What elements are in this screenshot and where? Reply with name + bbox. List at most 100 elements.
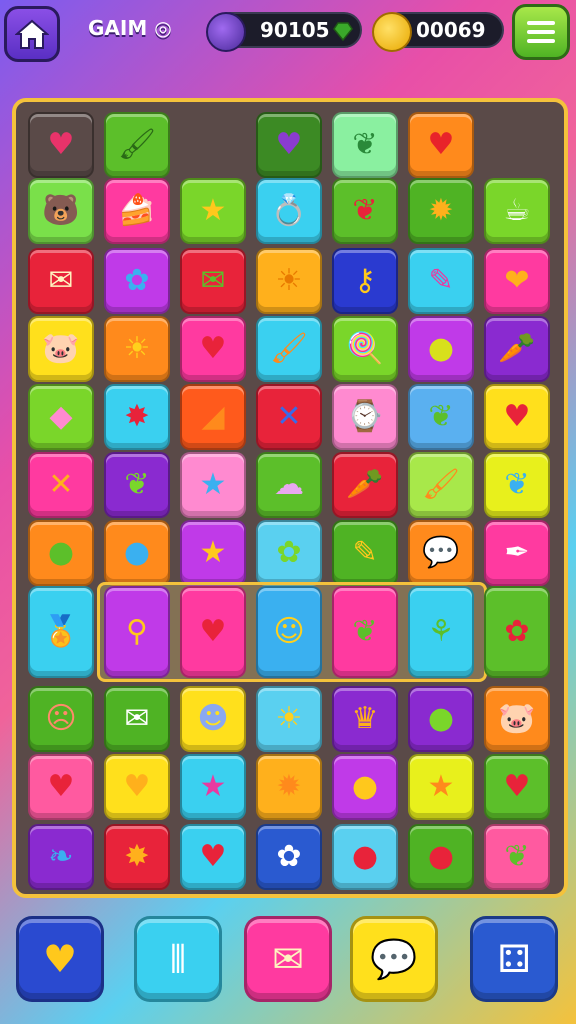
tile-cross[interactable]: ✕ [256, 384, 322, 450]
tile-heart-badge[interactable]: ♥ [28, 754, 94, 820]
tile-heart[interactable]: ♥ [180, 316, 246, 382]
tile-heart[interactable]: ♥ [180, 586, 246, 678]
tile-heart[interactable]: ♥ [180, 824, 246, 890]
tile-pen[interactable]: ✒ [484, 520, 550, 586]
tile-lollipop[interactable]: ● [28, 520, 94, 586]
pig-face-icon: 🐷 [498, 701, 536, 736]
tile-envelope[interactable]: ✉ [104, 686, 170, 752]
carrot-icon: 🥕 [346, 467, 384, 502]
envelope-powerup[interactable]: ✉ [244, 916, 332, 1002]
gem-icon [333, 22, 353, 42]
tile-heart[interactable]: ♥ [484, 754, 550, 820]
tooth-icon: ❦ [504, 467, 530, 502]
tile-heart[interactable]: ♥ [256, 112, 322, 178]
tile-leaf[interactable]: ❦ [332, 178, 398, 244]
heart-badge-icon: ♥ [47, 769, 75, 804]
feather-icon: ❧ [48, 839, 74, 874]
tile-apple[interactable]: ● [408, 316, 474, 382]
tile-tooth[interactable]: ❦ [484, 452, 550, 518]
crayons-powerup[interactable]: ⦀ [134, 916, 222, 1002]
tile-carrot[interactable]: 🥕 [484, 316, 550, 382]
tile-leaf[interactable]: ✿ [484, 586, 550, 678]
speech-heart-powerup[interactable]: 💬 [350, 916, 438, 1002]
tile-ring[interactable]: 💍 [256, 178, 322, 244]
heart-icon: ♥ [199, 839, 227, 874]
tile-lollipop[interactable]: ● [332, 754, 398, 820]
tile-leaf[interactable]: ✸ [104, 824, 170, 890]
star-icon: ★ [199, 535, 227, 570]
tile-sun[interactable]: ✹ [408, 178, 474, 244]
sun-face-icon: ☀ [275, 263, 303, 298]
coin-value: 00069 [416, 18, 486, 42]
tile-star[interactable]: ★ [180, 178, 246, 244]
bear-face-icon: 🐻 [42, 193, 80, 228]
tile-cat-face[interactable]: ✹ [256, 754, 322, 820]
tile-paintbrush[interactable]: 🖌 [256, 316, 322, 382]
lollipop-icon: ● [47, 535, 75, 570]
tile-diamond[interactable]: ◆ [28, 384, 94, 450]
tile-heart[interactable]: ♥ [408, 112, 474, 178]
tile-pig-face[interactable]: 🐷 [28, 316, 94, 382]
tile-sun-face[interactable]: ☀ [104, 316, 170, 382]
tile-heart[interactable]: ♥ [28, 112, 94, 178]
tile-feather[interactable]: ❧ [28, 824, 94, 890]
tile-ring[interactable]: ⚲ [104, 586, 170, 678]
tile-flower[interactable]: ✿ [256, 824, 322, 890]
tile-leaf[interactable]: ❦ [104, 452, 170, 518]
tile-star[interactable]: ★ [180, 520, 246, 586]
tile-heart-badge[interactable]: ♥ [484, 384, 550, 450]
tile-cross[interactable]: ✕ [28, 452, 94, 518]
tile-envelope[interactable]: ✉ [28, 248, 94, 314]
tile-lollipop[interactable]: 🍭 [332, 316, 398, 382]
tile-flower-stem[interactable]: ⚘ [408, 586, 474, 678]
tile-key[interactable]: ⚷ [332, 248, 398, 314]
dice-powerup[interactable]: ⚃ [470, 916, 558, 1002]
tile-owl[interactable]: ♛ [332, 686, 398, 752]
tile-lollipop[interactable]: ● [332, 824, 398, 890]
tile-wand[interactable]: ✎ [408, 248, 474, 314]
cat-face-icon: ✹ [276, 769, 302, 804]
triangle-icon: ◢ [201, 399, 225, 434]
tile-leaf[interactable]: ❦ [484, 824, 550, 890]
tile-cotton-candy[interactable]: ☁ [256, 452, 322, 518]
tile-apple[interactable]: ● [408, 686, 474, 752]
tile-star[interactable]: ★ [180, 452, 246, 518]
tile-bean[interactable]: ❤ [484, 248, 550, 314]
tile-leaf[interactable]: ❦ [408, 384, 474, 450]
tile-sun-face[interactable]: ☀ [256, 686, 322, 752]
tile-clock[interactable]: ⌚ [332, 384, 398, 450]
tile-bear-face[interactable]: 🐻 [28, 178, 94, 244]
tile-star[interactable]: ★ [408, 754, 474, 820]
tile-face[interactable]: ☺ [256, 586, 322, 678]
tile-sun-face[interactable]: ☀ [256, 248, 322, 314]
tile-carrot[interactable]: 🥕 [332, 452, 398, 518]
tile-heart[interactable]: ♥ [104, 754, 170, 820]
tile-leaf[interactable]: ❦ [332, 586, 398, 678]
score-counter: 90105 [206, 12, 362, 52]
tile-star[interactable]: ✸ [104, 384, 170, 450]
heart-powerup[interactable]: ♥ [16, 916, 104, 1002]
tile-envelope[interactable]: ✉ [180, 248, 246, 314]
heart-icon: ♥ [199, 331, 227, 366]
tile-pig-face[interactable]: 🐷 [484, 686, 550, 752]
tile-flower[interactable]: ✿ [104, 248, 170, 314]
tile-leaf[interactable]: ❦ [332, 112, 398, 178]
tile-cake[interactable]: 🍰 [104, 178, 170, 244]
tile-face[interactable]: ☹ [28, 686, 94, 752]
tile-flower[interactable]: ✿ [256, 520, 322, 586]
menu-button[interactable] [512, 4, 570, 60]
tile-medal-face[interactable]: 🏅 [28, 586, 94, 678]
tile-star[interactable]: ★ [180, 754, 246, 820]
tile-cup[interactable]: ☕ [484, 178, 550, 244]
heart-badge-icon: ♥ [503, 399, 531, 434]
tile-paintbrush[interactable]: 🖌 [408, 452, 474, 518]
speech-heart-icon: 💬 [370, 936, 418, 981]
tile-lollipop[interactable]: ● [104, 520, 170, 586]
tile-pencil[interactable]: ✎ [332, 520, 398, 586]
tile-lollipop[interactable]: ● [408, 824, 474, 890]
tile-speech[interactable]: 💬 [408, 520, 474, 586]
tile-triangle[interactable]: ◢ [180, 384, 246, 450]
tile-moon-face[interactable]: ☻ [180, 686, 246, 752]
tile-paintbrush[interactable]: 🖌 [104, 112, 170, 178]
home-button[interactable] [4, 6, 60, 62]
